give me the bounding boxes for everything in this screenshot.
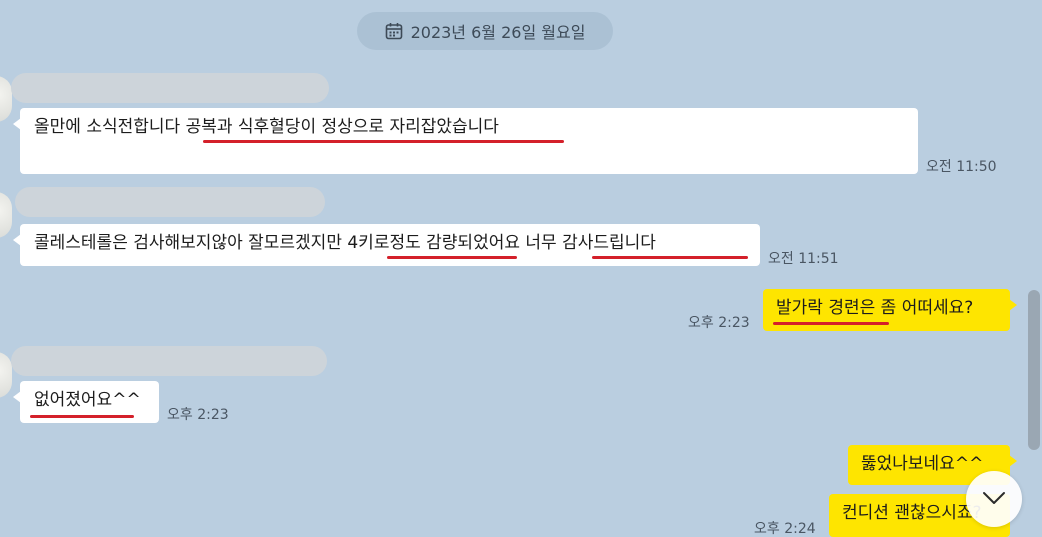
scrollbar-thumb[interactable] [1028, 290, 1040, 450]
annotation-underline [203, 140, 564, 143]
avatar[interactable] [0, 192, 12, 238]
date-divider: 2023년 6월 26일 월요일 [357, 12, 613, 50]
sender-name-redacted [11, 73, 329, 103]
message-text: 뚫었나보네요^^ [861, 454, 984, 474]
message-text: 없어졌어요^^ [34, 390, 141, 410]
sender-name-redacted [15, 187, 325, 217]
message-text: 발가락 경련은 좀 어떠세요? [776, 298, 974, 318]
message-time: 오후 2:24 [754, 521, 816, 537]
message-time: 오후 2:23 [688, 315, 750, 331]
chevron-down-icon [982, 490, 1006, 509]
message-time: 오후 2:23 [167, 407, 229, 423]
message-text: 올만에 소식전합니다 공복과 식후혈당이 정상으로 자리잡았습니다 [34, 117, 499, 137]
message-text: 컨디션 괜찮으시죠? [842, 503, 982, 523]
annotation-underline [387, 256, 517, 259]
message-time: 오전 11:50 [926, 159, 997, 175]
sender-name-redacted [11, 346, 327, 376]
annotation-underline [592, 256, 748, 259]
scroll-to-bottom-button[interactable] [966, 471, 1022, 527]
message-text: 콜레스테롤은 검사해보지않아 잘모르겠지만 4키로정도 감량되었어요 너무 감사… [34, 233, 656, 253]
scrollbar-track[interactable] [1026, 0, 1042, 537]
annotation-underline [773, 322, 889, 325]
avatar[interactable] [0, 76, 12, 122]
annotation-underline [30, 415, 134, 418]
calendar-icon [385, 22, 403, 40]
date-divider-text: 2023년 6월 26일 월요일 [410, 23, 586, 42]
message-bubble-incoming[interactable]: 콜레스테롤은 검사해보지않아 잘모르겠지만 4키로정도 감량되었어요 너무 감사… [13, 224, 760, 266]
message-time: 오전 11:51 [768, 251, 839, 267]
